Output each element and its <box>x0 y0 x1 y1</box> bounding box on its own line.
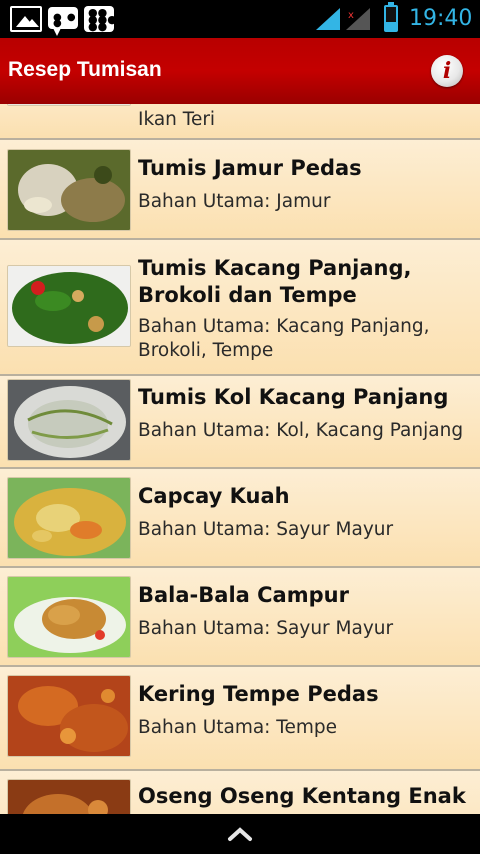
bbm-icon: ●● ●●● ●● <box>84 6 117 32</box>
status-bar: ● ● ● ●● ●●● ●● x 19:40 <box>0 0 480 38</box>
list-item[interactable]: Capcay Kuah Bahan Utama: Sayur Mayur <box>0 469 480 568</box>
list-item-subtitle: Bahan Utama: Kol, Kacang Panjang <box>138 420 464 441</box>
food-image-icon <box>8 380 130 460</box>
recipe-list[interactable]: Ikan Teri Tumis Jamur Pedas Bahan Utama:… <box>0 104 480 814</box>
food-image-icon <box>8 676 130 756</box>
list-item-title: Tumis Kacang Panjang, Brokoli dan Tempe <box>138 256 412 307</box>
food-thumbnail <box>7 576 131 658</box>
signal-no-data-icon: x <box>346 8 370 30</box>
food-thumbnail <box>7 477 131 559</box>
action-bar: Resep Tumisan i <box>0 38 480 104</box>
food-thumbnail <box>7 149 131 231</box>
food-thumbnail <box>7 265 131 347</box>
food-image-icon <box>8 266 130 346</box>
list-item[interactable]: Kering Tempe Pedas Bahan Utama: Tempe <box>0 667 480 771</box>
food-image-icon <box>8 478 130 558</box>
list-item[interactable]: Ikan Teri <box>0 104 480 140</box>
signal-icon <box>316 8 340 30</box>
list-item-title: Capcay Kuah <box>138 484 290 508</box>
food-image-icon <box>8 150 130 230</box>
list-item-subtitle: Bahan Utama: Jamur <box>138 191 331 212</box>
food-thumbnail <box>7 379 131 461</box>
list-item-title: Kering Tempe Pedas <box>138 682 379 706</box>
info-icon: i <box>442 58 452 84</box>
list-item-subtitle: Bahan Utama: Sayur Mayur <box>138 618 394 639</box>
info-button[interactable]: i <box>431 55 463 87</box>
app-title: Resep Tumisan <box>8 58 162 81</box>
list-item-title: Bala-Bala Campur <box>138 583 349 607</box>
list-item-title: Tumis Jamur Pedas <box>138 156 362 180</box>
list-item[interactable]: Tumis Jamur Pedas Bahan Utama: Jamur <box>0 140 480 240</box>
food-image-icon <box>8 104 130 105</box>
list-item[interactable]: Bala-Bala Campur Bahan Utama: Sayur Mayu… <box>0 568 480 667</box>
list-item[interactable]: Oseng Oseng Kentang Enak <box>0 771 480 814</box>
list-item-subtitle: Bahan Utama: Tempe <box>138 717 337 738</box>
status-time: 19:40 <box>409 6 473 31</box>
food-image-icon <box>8 780 130 814</box>
food-thumbnail <box>7 779 131 814</box>
chevron-up-icon[interactable] <box>227 824 253 844</box>
list-item-title: Tumis Kol Kacang Panjang <box>138 385 449 409</box>
food-thumbnail <box>7 675 131 757</box>
svg-text:x: x <box>348 10 354 21</box>
battery-icon <box>384 2 398 32</box>
list-item-title: Oseng Oseng Kentang Enak <box>138 784 466 808</box>
food-image-icon <box>8 577 130 657</box>
list-item-subtitle: Bahan Utama: Sayur Mayur <box>138 519 394 540</box>
list-item[interactable]: Tumis Kacang Panjang, Brokoli dan Tempe … <box>0 240 480 376</box>
gallery-icon <box>10 6 42 32</box>
list-item-subtitle: Ikan Teri <box>138 109 216 130</box>
list-item[interactable]: Tumis Kol Kacang Panjang Bahan Utama: Ko… <box>0 376 480 469</box>
food-thumbnail <box>7 104 131 106</box>
list-item-subtitle: Bahan Utama: Kacang Panjang, Brokoli, Te… <box>138 316 430 361</box>
chat-icon: ● ● ● <box>48 7 78 36</box>
navigation-bar <box>0 814 480 854</box>
